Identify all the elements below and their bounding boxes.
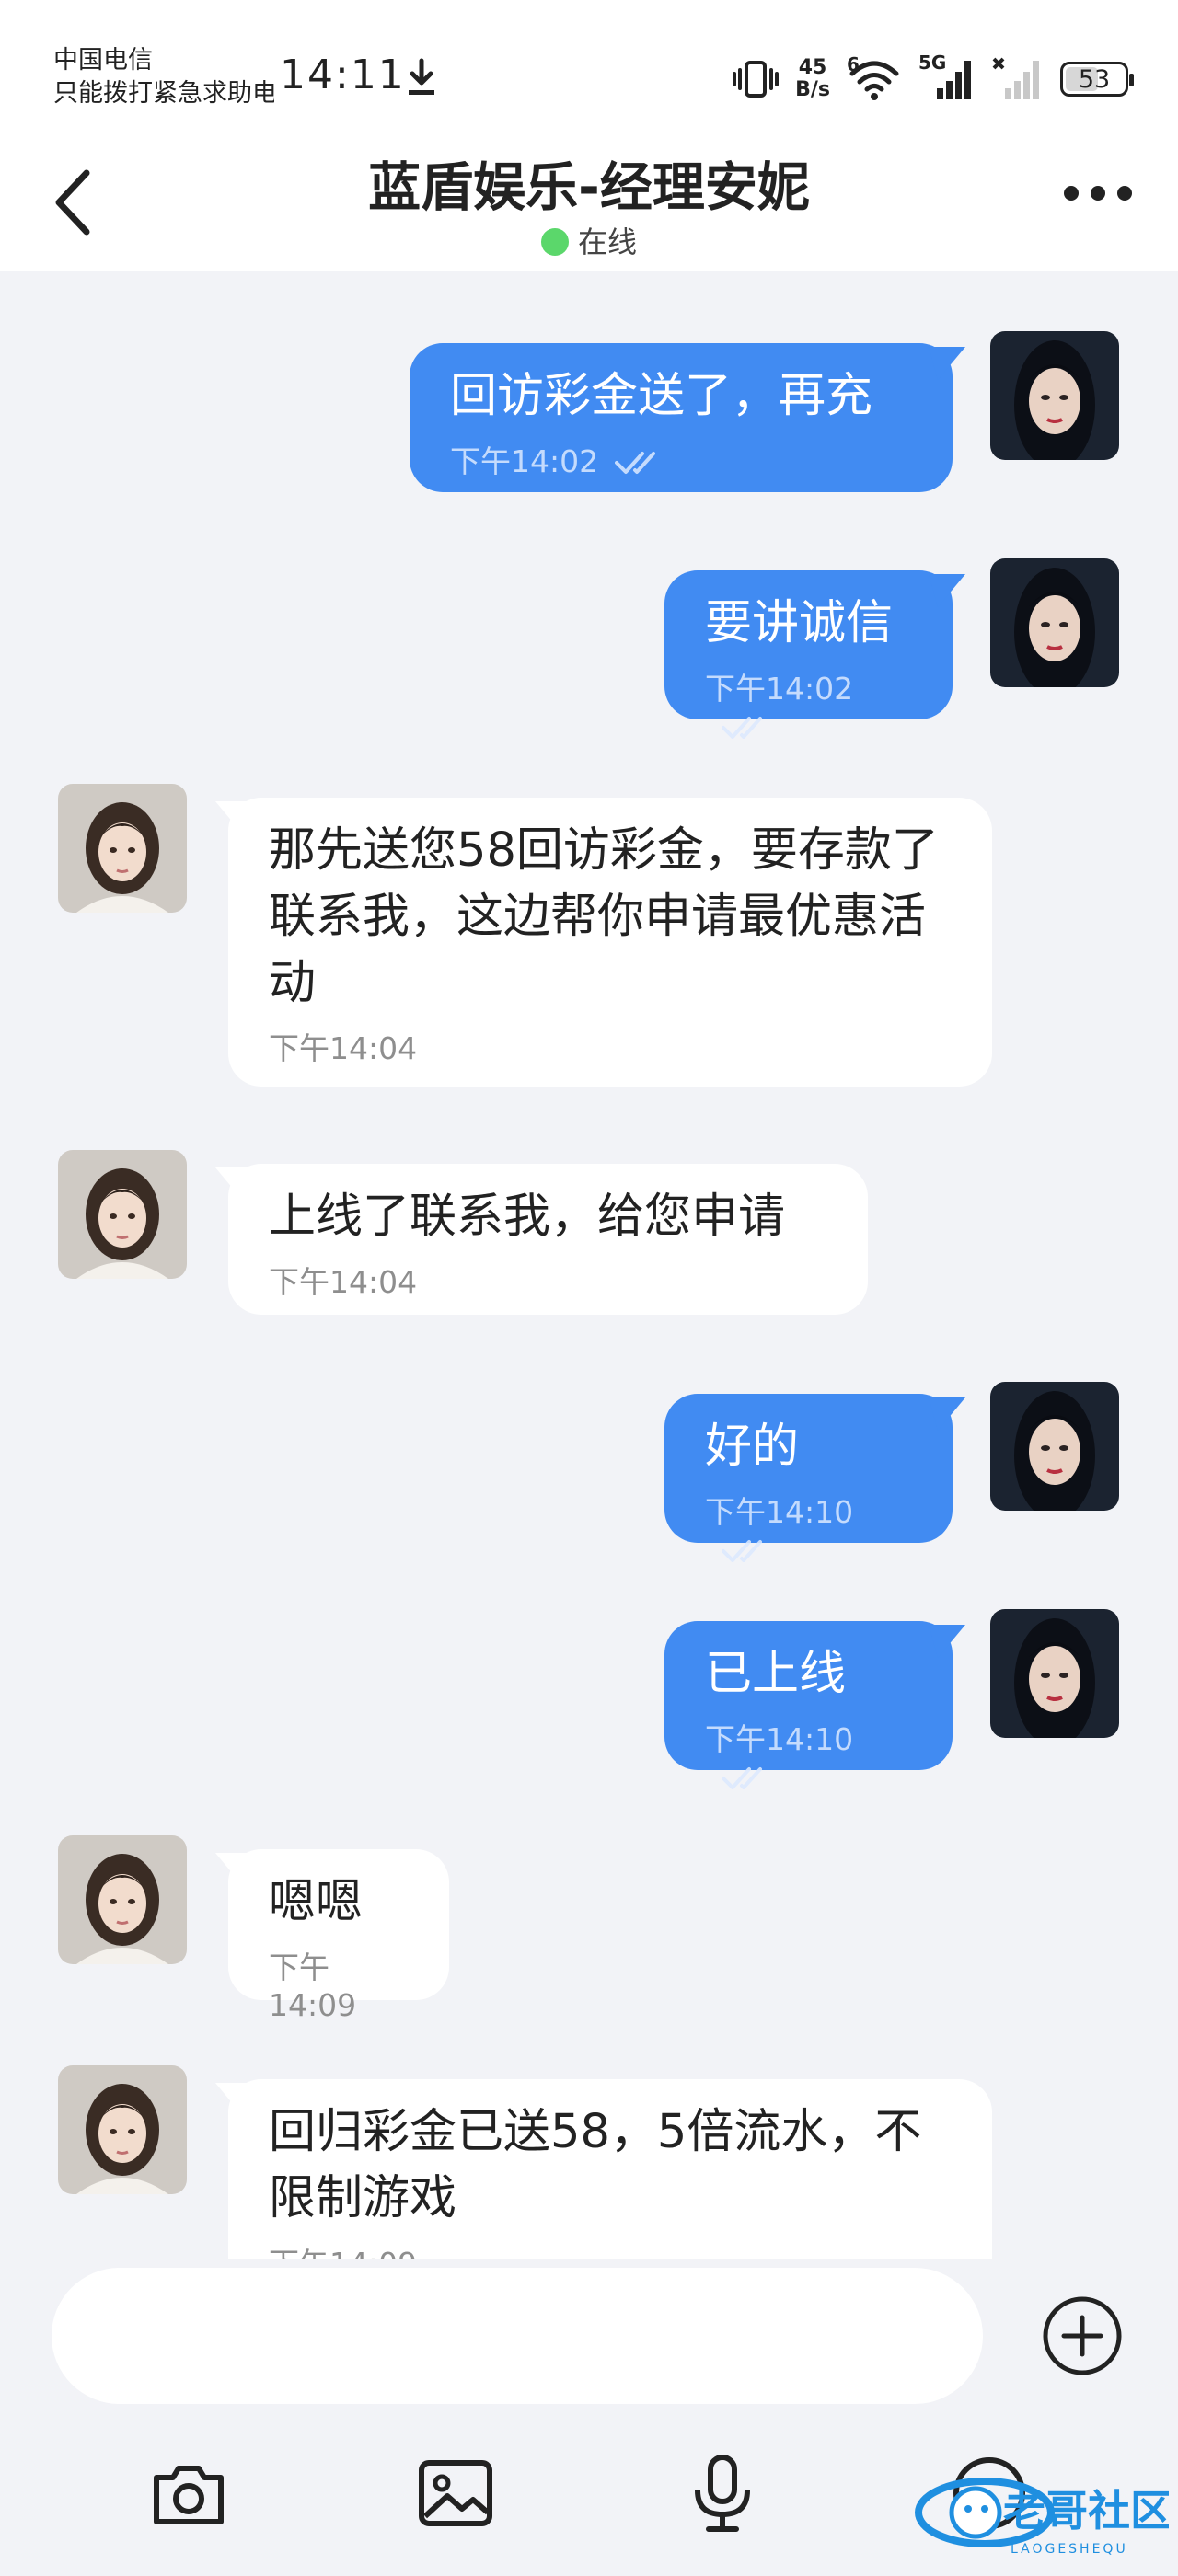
camera-icon[interactable] (147, 2452, 230, 2535)
message-list[interactable]: 回访彩金送了，再充 下午14:02 要讲诚信 下午14:02 那先送您58回访彩… (0, 271, 1178, 2259)
bubble-tail (929, 1625, 965, 1658)
battery-indicator: 53 (1060, 62, 1134, 97)
message-bubble[interactable]: 好的 下午14:10 (664, 1394, 965, 1562)
status-time: 14:11 (280, 52, 406, 98)
read-receipt-icon (722, 717, 762, 739)
signal-5g: 5G (918, 52, 976, 101)
message-text: 回归彩金已送58，5倍流水，不限制游戏 (269, 2105, 922, 2225)
carrier-status: 只能拨打紧急求助电话 (53, 79, 274, 108)
watermark-text: 老哥社区 (1003, 2486, 1169, 2536)
speed-value: 45 (798, 56, 827, 79)
message-bubble[interactable]: 回归彩金已送58，5倍流水，不限制游戏 下午14:09 (215, 2079, 992, 2259)
watermark-subtext: LAOGESHEQU (1011, 2542, 1128, 2557)
watermark-logo: 老哥社区 LAOGESHEQU (915, 2478, 1169, 2557)
message-time: 下午14:02 (705, 671, 854, 707)
message-time: 下午14:09 (269, 2239, 952, 2259)
signal-no-service-icon (992, 57, 1039, 99)
message-time: 下午14:09 (269, 1949, 357, 2023)
message-bubble[interactable]: 上线了联系我，给您申请 下午14:04 (215, 1164, 868, 1315)
bubble-tail (929, 574, 965, 607)
avatar-contact[interactable] (58, 784, 187, 913)
avatar-contact[interactable] (58, 1150, 187, 1279)
message-bubble[interactable]: 回访彩金送了，再充 下午14:02 (410, 343, 965, 492)
network-speed: 45 B/s (795, 57, 830, 101)
avatar-self[interactable] (990, 1609, 1119, 1738)
message-text: 要讲诚信 (705, 596, 894, 650)
add-attachment-icon[interactable] (1042, 2295, 1123, 2376)
wifi-badge: 6 (847, 53, 860, 75)
read-receipt-icon (615, 452, 656, 474)
more-options-icon[interactable] (1064, 186, 1132, 201)
message-bubble[interactable]: 那先送您58回访彩金，要存款了联系我，这边帮你申请最优惠活动 下午14:04 (215, 798, 992, 1087)
message-time: 下午14:10 (705, 1721, 854, 1757)
download-icon (409, 58, 434, 95)
message-bubble[interactable]: 已上线 下午14:10 (664, 1621, 965, 1789)
avatar-contact[interactable] (58, 2065, 187, 2194)
message-input[interactable] (52, 2268, 983, 2404)
online-status: 在线 (0, 219, 1178, 261)
online-status-label: 在线 (577, 224, 637, 259)
read-receipt-icon (722, 1540, 762, 1562)
bubble-tail (929, 1397, 965, 1431)
message-time: 下午14:02 (450, 443, 599, 479)
message-text: 好的 (705, 1420, 800, 1474)
bubble-tail (929, 347, 965, 380)
avatar-contact[interactable] (58, 1835, 187, 1964)
message-time: 下午14:04 (269, 1030, 418, 1066)
message-bubble[interactable]: 要讲诚信 下午14:02 (664, 570, 965, 739)
bubble-tail (215, 1853, 252, 1886)
chat-title: 蓝盾娱乐-经理安妮 (368, 157, 810, 218)
carrier-name: 中国电信 (53, 46, 153, 75)
avatar-self[interactable] (990, 1382, 1119, 1511)
avatar-self[interactable] (990, 331, 1119, 460)
carrier-info: 中国电信 只能拨打紧急求助电话 (53, 44, 274, 110)
message-time: 下午14:10 (705, 1494, 854, 1530)
chat-header: 蓝盾娱乐-经理安妮 在线 (0, 138, 1178, 271)
bubble-tail (215, 2083, 252, 2116)
microphone-icon[interactable] (681, 2452, 764, 2535)
status-icons: 45 B/s 6 5G 53 (733, 52, 1134, 107)
avatar-self[interactable] (990, 558, 1119, 687)
image-icon[interactable] (414, 2452, 497, 2535)
message-text: 回访彩金送了，再充 (450, 369, 873, 423)
network-badge: 5G (918, 52, 947, 74)
status-bar: 中国电信 只能拨打紧急求助电话 14:11 45 B/s 6 5G (0, 0, 1178, 138)
message-text: 那先送您58回访彩金，要存款了联系我，这边帮你申请最优惠活动 (269, 823, 939, 1010)
message-text: 已上线 (705, 1647, 847, 1701)
vibrate-icon (733, 61, 780, 98)
online-dot-icon (540, 228, 569, 256)
message-text: 上线了联系我，给您申请 (269, 1190, 786, 1244)
speed-unit: B/s (795, 78, 830, 101)
battery-level: 53 (1078, 64, 1111, 94)
bubble-tail (215, 1167, 252, 1201)
message-time: 下午14:04 (269, 1264, 418, 1300)
bubble-tail (215, 801, 252, 834)
message-bubble[interactable]: 嗯嗯 下午14:09 (215, 1849, 449, 2023)
read-receipt-icon (722, 1767, 762, 1789)
wifi-indicator: 6 (847, 53, 902, 101)
message-text: 嗯嗯 (269, 1875, 364, 1929)
